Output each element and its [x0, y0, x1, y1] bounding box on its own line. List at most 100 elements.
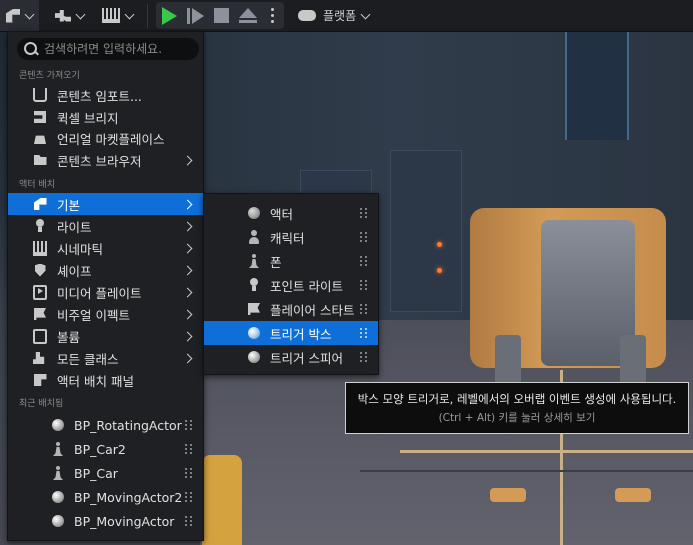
search-icon: [23, 41, 39, 57]
drag-handle-icon[interactable]: [185, 420, 193, 430]
clapperboard-icon: [102, 8, 120, 23]
drag-handle-icon[interactable]: [360, 352, 368, 362]
blueprint-icon: [55, 9, 71, 22]
sphere-icon: [51, 514, 65, 528]
section-recently-placed: 최근 배치됨: [19, 399, 64, 409]
submenu-item-label: 액터: [270, 206, 294, 222]
section-content-import: 콘텐츠 가져오기: [19, 71, 80, 81]
film-icon: [33, 240, 47, 256]
menu-item-content-browser[interactable]: 콘텐츠 브라우저: [8, 149, 203, 171]
eject-icon[interactable]: [239, 8, 257, 23]
menu-item-label: 비주얼 이펙트: [57, 307, 130, 323]
advance-frame-icon[interactable]: [187, 7, 204, 24]
blueprints-button[interactable]: [49, 0, 90, 31]
submenu-item-label: 캐릭터: [270, 230, 305, 246]
drag-handle-icon[interactable]: [360, 280, 368, 290]
drag-handle-icon[interactable]: [360, 328, 368, 338]
menu-item-label: 기본: [57, 197, 81, 213]
recent-item-label: BP_RotatingActor: [74, 417, 182, 433]
import-icon: [33, 88, 47, 102]
chevron-right-icon: [182, 331, 193, 341]
recent-item-label: BP_Car: [74, 465, 118, 481]
sphere-icon: [247, 326, 261, 340]
submenu-item-pawn[interactable]: 폰: [204, 249, 378, 273]
panel-icon: [33, 373, 47, 387]
drag-handle-icon[interactable]: [360, 208, 368, 218]
recent-item[interactable]: BP_Car: [8, 461, 203, 485]
submenu-item-actor[interactable]: 액터: [204, 201, 378, 225]
chevron-right-icon: [182, 287, 193, 297]
recent-item-label: BP_MovingActor: [74, 513, 175, 529]
menu-item-shapes[interactable]: 셰이프: [8, 259, 203, 281]
recent-item[interactable]: BP_MovingActor2: [8, 485, 203, 509]
robot-foot: [615, 488, 651, 502]
platforms-button[interactable]: 플랫폼: [292, 0, 375, 31]
pawn-icon: [51, 466, 65, 480]
submenu-item-label: 포인트 라이트: [270, 278, 343, 294]
chevron-down-icon: [75, 9, 86, 19]
level-editor-toolbar: 플랫폼: [0, 0, 693, 32]
menu-item-label: 퀵셀 브리지: [57, 110, 119, 126]
chevron-right-icon: [182, 199, 193, 209]
submenu-item-trigger-sphere[interactable]: 트리거 스피어: [204, 345, 378, 369]
submenu-item-trigger-box[interactable]: 트리거 박스: [204, 321, 378, 345]
light-bulb-icon: [247, 278, 261, 292]
stop-icon[interactable]: [214, 8, 229, 23]
media-icon: [33, 284, 47, 300]
drag-handle-icon[interactable]: [360, 232, 368, 242]
quick-add-button[interactable]: [0, 0, 39, 31]
menu-item-place-actors-panel[interactable]: 액터 배치 패널: [8, 369, 203, 391]
menu-item-cinematic[interactable]: 시네마틱: [8, 237, 203, 259]
menu-item-marketplace[interactable]: 언리얼 마켓플레이스: [8, 127, 203, 149]
submenu-item-label: 폰: [270, 254, 282, 270]
chevron-right-icon: [182, 155, 193, 165]
cinematics-button[interactable]: [96, 0, 139, 31]
recent-item-label: BP_MovingActor2: [74, 489, 183, 505]
tooltip-hint: (Ctrl + Alt) 키를 눌러 상세히 보기: [438, 412, 596, 424]
menu-item-all-classes[interactable]: 모든 클래스: [8, 347, 203, 369]
viewport-light-strip: [565, 30, 629, 140]
recent-item[interactable]: BP_Car2: [8, 437, 203, 461]
drag-handle-icon[interactable]: [360, 256, 368, 266]
drag-handle-icon[interactable]: [185, 492, 193, 502]
menu-item-label: 액터 배치 패널: [57, 373, 134, 389]
recent-item[interactable]: BP_RotatingActor: [8, 413, 203, 437]
drag-handle-icon[interactable]: [185, 516, 193, 526]
sphere-icon: [51, 418, 65, 432]
folder-icon: [33, 153, 47, 167]
menu-item-volumes[interactable]: 볼륨: [8, 325, 203, 347]
pawn-icon: [51, 442, 65, 456]
menu-item-media-plate[interactable]: 미디어 플레이트: [8, 281, 203, 303]
play-options-icon[interactable]: [267, 8, 278, 23]
submenu-item-player-start[interactable]: 플레이어 스타트: [204, 297, 378, 321]
toolbar-divider: [147, 3, 148, 28]
drag-handle-icon[interactable]: [185, 468, 193, 478]
menu-search-box[interactable]: [17, 38, 199, 60]
submenu-item-character[interactable]: 캐릭터: [204, 225, 378, 249]
robot-foot: [490, 488, 526, 502]
chevron-right-icon: [182, 309, 193, 319]
light-bulb-icon: [33, 219, 47, 233]
menu-item-lights[interactable]: 라이트: [8, 215, 203, 237]
chevron-right-icon: [182, 243, 193, 253]
tooltip-description: 박스 모양 트리거로, 레벨에서의 오버랩 이벤트 생성에 사용됩니다.: [357, 392, 677, 406]
menu-item-label: 볼륨: [57, 329, 81, 345]
play-icon[interactable]: [162, 6, 177, 25]
menu-item-label: 모든 클래스: [57, 351, 119, 367]
chevron-right-icon: [182, 353, 193, 363]
play-controls: [156, 2, 284, 29]
drag-handle-icon[interactable]: [360, 304, 368, 314]
submenu-item-label: 트리거 박스: [270, 326, 332, 342]
basic-actors-submenu: 액터 캐릭터 폰 포인트 라이트 플레이어 스타트 트리거 박스 트리거 스피어: [203, 193, 379, 375]
recent-item[interactable]: BP_MovingActor: [8, 509, 203, 533]
submenu-item-point-light[interactable]: 포인트 라이트: [204, 273, 378, 297]
search-input[interactable]: [42, 41, 196, 57]
menu-item-visual-effects[interactable]: 비주얼 이펙트: [8, 303, 203, 325]
menu-item-basic[interactable]: 기본: [8, 193, 203, 215]
pawn-icon: [247, 254, 261, 268]
menu-item-import-content[interactable]: 콘텐츠 임포트...: [8, 84, 203, 106]
menu-item-quixel-bridge[interactable]: 퀵셀 브리지: [8, 106, 203, 128]
quick-add-icon: [6, 8, 20, 23]
chevron-down-icon: [124, 9, 135, 19]
drag-handle-icon[interactable]: [185, 444, 193, 454]
